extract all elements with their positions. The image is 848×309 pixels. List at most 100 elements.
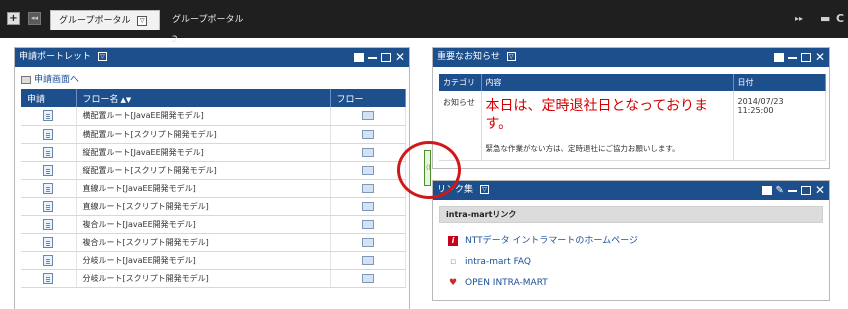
portlet-settings-icon[interactable] (773, 53, 784, 62)
flow-diagram-icon[interactable] (361, 201, 374, 211)
flow-diagram-icon[interactable] (361, 273, 374, 283)
minimize-icon[interactable] (787, 56, 797, 59)
table-row[interactable]: 横配置ルート[スクリプト開発モデル] (21, 125, 406, 144)
minimize-icon[interactable] (367, 56, 377, 59)
close-icon[interactable]: ✕ (395, 51, 405, 63)
refresh-icon[interactable]: C (836, 13, 844, 25)
tab-label: グループポータル (59, 16, 131, 26)
close-icon[interactable]: ✕ (815, 51, 825, 63)
apply-cell[interactable] (21, 251, 77, 270)
flow-diagram-icon[interactable] (361, 129, 374, 139)
table-row[interactable]: 分岐ルート[スクリプト開発モデル] (21, 269, 406, 288)
col-date: 日付 (733, 74, 826, 91)
flow-cell[interactable] (330, 107, 406, 126)
collapse-tabs-button[interactable]: ◂◂ (28, 12, 41, 25)
portlet-menu-icon[interactable]: ▽ (97, 52, 107, 61)
apply-document-icon[interactable] (43, 164, 54, 176)
table-row[interactable]: 直線ルート[JavaEE開発モデル] (21, 179, 406, 198)
portlet-menu-icon[interactable]: ▽ (506, 52, 516, 61)
apply-cell[interactable] (21, 161, 77, 180)
col-flow-name[interactable]: フロー名 ▲▼ (76, 89, 331, 107)
apply-document-icon[interactable] (43, 182, 54, 194)
table-row[interactable]: 直線ルート[スクリプト開発モデル] (21, 197, 406, 216)
table-row[interactable]: 縦配置ルート[JavaEE開発モデル] (21, 143, 406, 162)
apply-document-icon[interactable] (43, 110, 54, 122)
apply-document-icon[interactable] (43, 218, 54, 230)
bullet-icon: ▫ (449, 257, 457, 267)
flow-cell[interactable] (330, 179, 406, 198)
apply-cell[interactable] (21, 269, 77, 288)
portlet-menu-icon[interactable]: ▽ (479, 185, 489, 194)
apply-document-icon[interactable] (43, 128, 54, 140)
flow-diagram-icon[interactable] (361, 183, 374, 193)
maximize-icon[interactable] (380, 53, 391, 62)
minimize-icon[interactable] (787, 189, 797, 192)
tab-group-portal-2[interactable]: グループポータル2 (164, 10, 256, 45)
portlet-settings-icon[interactable] (761, 186, 772, 195)
table-row[interactable]: 複合ルート[JavaEE開発モデル] (21, 215, 406, 234)
apply-cell[interactable] (21, 179, 77, 198)
flow-name-cell: 複合ルート[スクリプト開発モデル] (76, 233, 331, 252)
apply-cell[interactable] (21, 233, 77, 252)
link-item-faq[interactable]: ▫ intra-mart FAQ (433, 252, 829, 273)
flow-name-cell: 縦配置ルート[スクリプト開発モデル] (76, 161, 331, 180)
apply-cell[interactable] (21, 197, 77, 216)
table-row[interactable]: 分岐ルート[JavaEE開発モデル] (21, 251, 406, 270)
apply-cell[interactable] (21, 107, 77, 126)
apply-screen-link[interactable]: 申請画面へ (15, 73, 409, 87)
screen-icon (21, 75, 31, 84)
edit-icon[interactable]: ✎ (776, 185, 784, 196)
sort-icon[interactable]: ▲▼ (121, 96, 132, 104)
flow-diagram-icon[interactable] (361, 237, 374, 247)
table-row[interactable]: 複合ルート[スクリプト開発モデル] (21, 233, 406, 252)
tab-group-portal[interactable]: グループポータル ▽ (50, 10, 160, 30)
table-row[interactable]: 縦配置ルート[スクリプト開発モデル] (21, 161, 406, 180)
add-tab-button[interactable]: + (7, 12, 20, 25)
close-icon[interactable]: ✕ (815, 184, 825, 196)
maximize-icon[interactable] (800, 186, 811, 195)
portlet-header: リンク集 ▽ ✎ ✕ (433, 181, 829, 200)
apply-document-icon[interactable] (43, 236, 54, 248)
apply-document-icon[interactable] (43, 272, 54, 284)
table-row[interactable]: 横配置ルート[JavaEE開発モデル] (21, 107, 406, 126)
flow-diagram-icon[interactable] (361, 219, 374, 229)
link-label: NTTデータ イントラマートのホームページ (465, 236, 638, 246)
flow-cell[interactable] (330, 251, 406, 270)
link-item-open-intra-mart[interactable]: ♥ OPEN INTRA-MART (433, 273, 829, 294)
link-label: OPEN INTRA-MART (465, 278, 548, 288)
intra-mart-logo-icon: i (448, 236, 458, 246)
flow-table: 申請 フロー名 ▲▼ フロー 横配置ルート[JavaEE開発モデル] 横配置ルート[… (21, 89, 406, 288)
layout-icon[interactable]: ▬ (820, 13, 830, 25)
apply-cell[interactable] (21, 125, 77, 144)
application-portlet: 申請ポートレット ▽ ✕ 申請画面へ 申請 フロー名 ▲▼ フロー 横配置ルート[… (14, 47, 410, 309)
flow-diagram-icon[interactable] (361, 111, 374, 121)
flow-name-cell: 分岐ルート[スクリプト開発モデル] (76, 269, 331, 288)
col-flow: フロー (330, 89, 406, 107)
scroll-right-icon[interactable]: ▸▸ (795, 13, 803, 25)
flow-cell[interactable] (330, 215, 406, 234)
portlet-settings-icon[interactable] (353, 53, 364, 62)
apply-cell[interactable] (21, 143, 77, 162)
flow-cell[interactable] (330, 197, 406, 216)
notice-date: 2014/07/23 11:25:00 (733, 91, 826, 161)
notice-row[interactable]: お知らせ 本日は、定時退社日となっております。 緊急な作業がない方は、定時退社に… (439, 91, 826, 161)
apply-document-icon[interactable] (43, 200, 54, 212)
flow-diagram-icon[interactable] (361, 147, 374, 157)
link-item-nttdata[interactable]: i NTTデータ イントラマートのホームページ (433, 231, 829, 252)
flow-cell[interactable] (330, 233, 406, 252)
apply-document-icon[interactable] (43, 254, 54, 266)
flow-cell[interactable] (330, 143, 406, 162)
flow-name-cell: 横配置ルート[スクリプト開発モデル] (76, 125, 331, 144)
flow-cell[interactable] (330, 161, 406, 180)
tab-menu-icon[interactable]: ▽ (137, 15, 148, 26)
flow-name-cell: 直線ルート[JavaEE開発モデル] (76, 179, 331, 198)
maximize-icon[interactable] (800, 53, 811, 62)
flow-diagram-icon[interactable] (361, 165, 374, 175)
apply-document-icon[interactable] (43, 146, 54, 158)
highlight-circle (397, 141, 461, 199)
flow-cell[interactable] (330, 269, 406, 288)
flow-diagram-icon[interactable] (361, 255, 374, 265)
apply-cell[interactable] (21, 215, 77, 234)
notice-headline[interactable]: 本日は、定時退社日となっております。 (486, 97, 729, 133)
flow-cell[interactable] (330, 125, 406, 144)
